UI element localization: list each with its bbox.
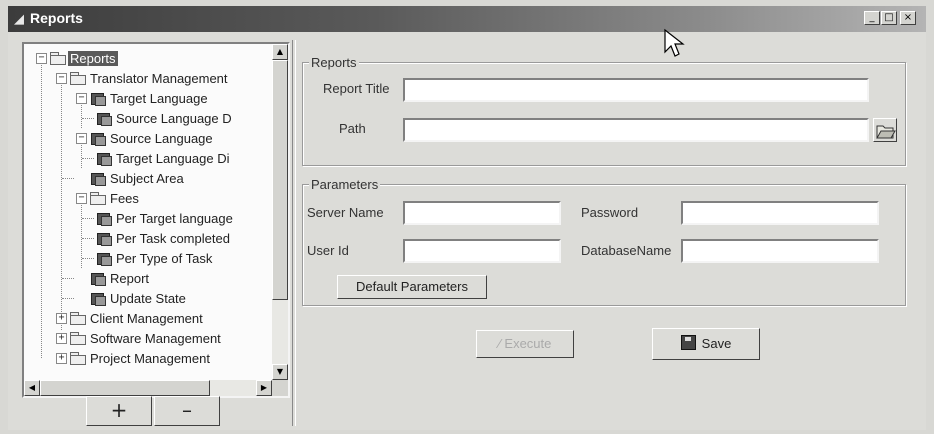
- panel-splitter[interactable]: [292, 40, 296, 426]
- report-icon: [96, 251, 112, 266]
- browse-folder-button[interactable]: [873, 118, 897, 142]
- password-label: Password: [581, 205, 639, 220]
- tree-item-label: Subject Area: [110, 171, 184, 186]
- scroll-down-arrow-icon[interactable]: ▼: [272, 364, 288, 380]
- tree-item-label: Source Language: [110, 131, 213, 146]
- tree-item-label: Target Language: [110, 91, 208, 106]
- save-button[interactable]: Save: [652, 328, 760, 360]
- reports-group-legend: Reports: [309, 55, 359, 70]
- execute-button[interactable]: ⁄ Execute: [476, 330, 574, 358]
- report-icon: [90, 271, 106, 286]
- folder-icon: [70, 312, 86, 325]
- report-icon: [90, 91, 106, 106]
- scroll-right-arrow-icon[interactable]: ▶: [256, 380, 272, 396]
- report-icon: [90, 171, 106, 186]
- password-input[interactable]: [681, 201, 879, 225]
- minimize-button[interactable]: _: [864, 11, 880, 25]
- scroll-left-arrow-icon[interactable]: ◀: [24, 380, 40, 396]
- collapse-icon[interactable]: −: [36, 53, 47, 64]
- report-icon: [96, 151, 112, 166]
- parameters-groupbox: Parameters Server Name Password User Id …: [302, 177, 906, 306]
- collapse-icon[interactable]: −: [76, 93, 87, 104]
- close-button[interactable]: ×: [900, 11, 916, 25]
- folder-icon: [90, 192, 106, 205]
- tree-item-label: Translator Management: [90, 71, 228, 86]
- path-input[interactable]: [403, 118, 869, 142]
- folder-icon: [70, 352, 86, 365]
- expand-icon[interactable]: +: [56, 353, 67, 364]
- collapse-icon[interactable]: −: [76, 133, 87, 144]
- tree-item-label: Fees: [110, 191, 139, 206]
- tree-item-label: Target Language Di: [116, 151, 230, 166]
- add-button[interactable]: +: [86, 396, 152, 426]
- tree-item-label: Client Management: [90, 311, 203, 326]
- user-id-input[interactable]: [403, 239, 561, 263]
- report-icon: [90, 131, 106, 146]
- tree-item-label: Per Type of Task: [116, 251, 213, 266]
- tree-item-label: Per Task completed: [116, 231, 230, 246]
- server-name-input[interactable]: [403, 201, 561, 225]
- tree-vertical-scrollbar[interactable]: ▲ ▼: [272, 44, 288, 380]
- report-icon: [96, 231, 112, 246]
- database-name-label: DatabaseName: [581, 243, 672, 258]
- report-icon: [96, 211, 112, 226]
- server-name-label: Server Name: [307, 205, 384, 220]
- reports-tree[interactable]: − Reports − Translator Management − Targ…: [22, 42, 290, 398]
- parameters-group-legend: Parameters: [309, 177, 381, 192]
- report-title-input[interactable]: [403, 78, 869, 102]
- tree-horizontal-scrollbar[interactable]: ◀ ▶: [24, 380, 272, 396]
- scrollbar-corner: [272, 380, 288, 396]
- tree-item-label: Per Target language: [116, 211, 233, 226]
- user-id-label: User Id: [307, 243, 349, 258]
- folder-icon: [70, 72, 86, 85]
- expand-icon[interactable]: +: [56, 313, 67, 324]
- window-client-area: − Reports − Translator Management − Targ…: [8, 32, 926, 430]
- report-icon: [90, 291, 106, 306]
- folder-icon: [70, 332, 86, 345]
- expand-icon[interactable]: +: [56, 333, 67, 344]
- collapse-icon[interactable]: −: [56, 73, 67, 84]
- floppy-disk-icon: [680, 335, 696, 350]
- tree-item-label: Report: [110, 271, 150, 286]
- tree-item-label: Update State: [110, 291, 186, 306]
- folder-icon: [50, 52, 66, 65]
- app-icon: ◢: [14, 11, 24, 26]
- save-label: Save: [701, 336, 732, 351]
- title-bar: ◢ Reports _ □ ×: [8, 6, 926, 32]
- reports-groupbox: Reports Report Title Path: [302, 55, 906, 166]
- scroll-up-arrow-icon[interactable]: ▲: [272, 44, 288, 60]
- tree-item-label: Software Management: [90, 331, 221, 346]
- database-name-input[interactable]: [681, 239, 879, 263]
- tree-item-label: Source Language D: [116, 111, 232, 126]
- tree-item-label: Reports: [68, 51, 118, 66]
- path-label: Path: [339, 121, 366, 136]
- report-title-label: Report Title: [323, 81, 390, 96]
- remove-button[interactable]: –: [154, 396, 220, 426]
- execute-label: Execute: [504, 336, 552, 351]
- default-parameters-button[interactable]: Default Parameters: [337, 275, 487, 299]
- vertical-scroll-thumb[interactable]: [272, 60, 288, 300]
- open-folder-icon: [876, 125, 896, 139]
- tree-item-label: Project Management: [90, 351, 210, 366]
- maximize-button[interactable]: □: [881, 11, 897, 25]
- horizontal-scroll-thumb[interactable]: [40, 380, 210, 396]
- report-icon: [96, 111, 112, 126]
- window-title: Reports: [30, 10, 83, 26]
- collapse-icon[interactable]: −: [76, 193, 87, 204]
